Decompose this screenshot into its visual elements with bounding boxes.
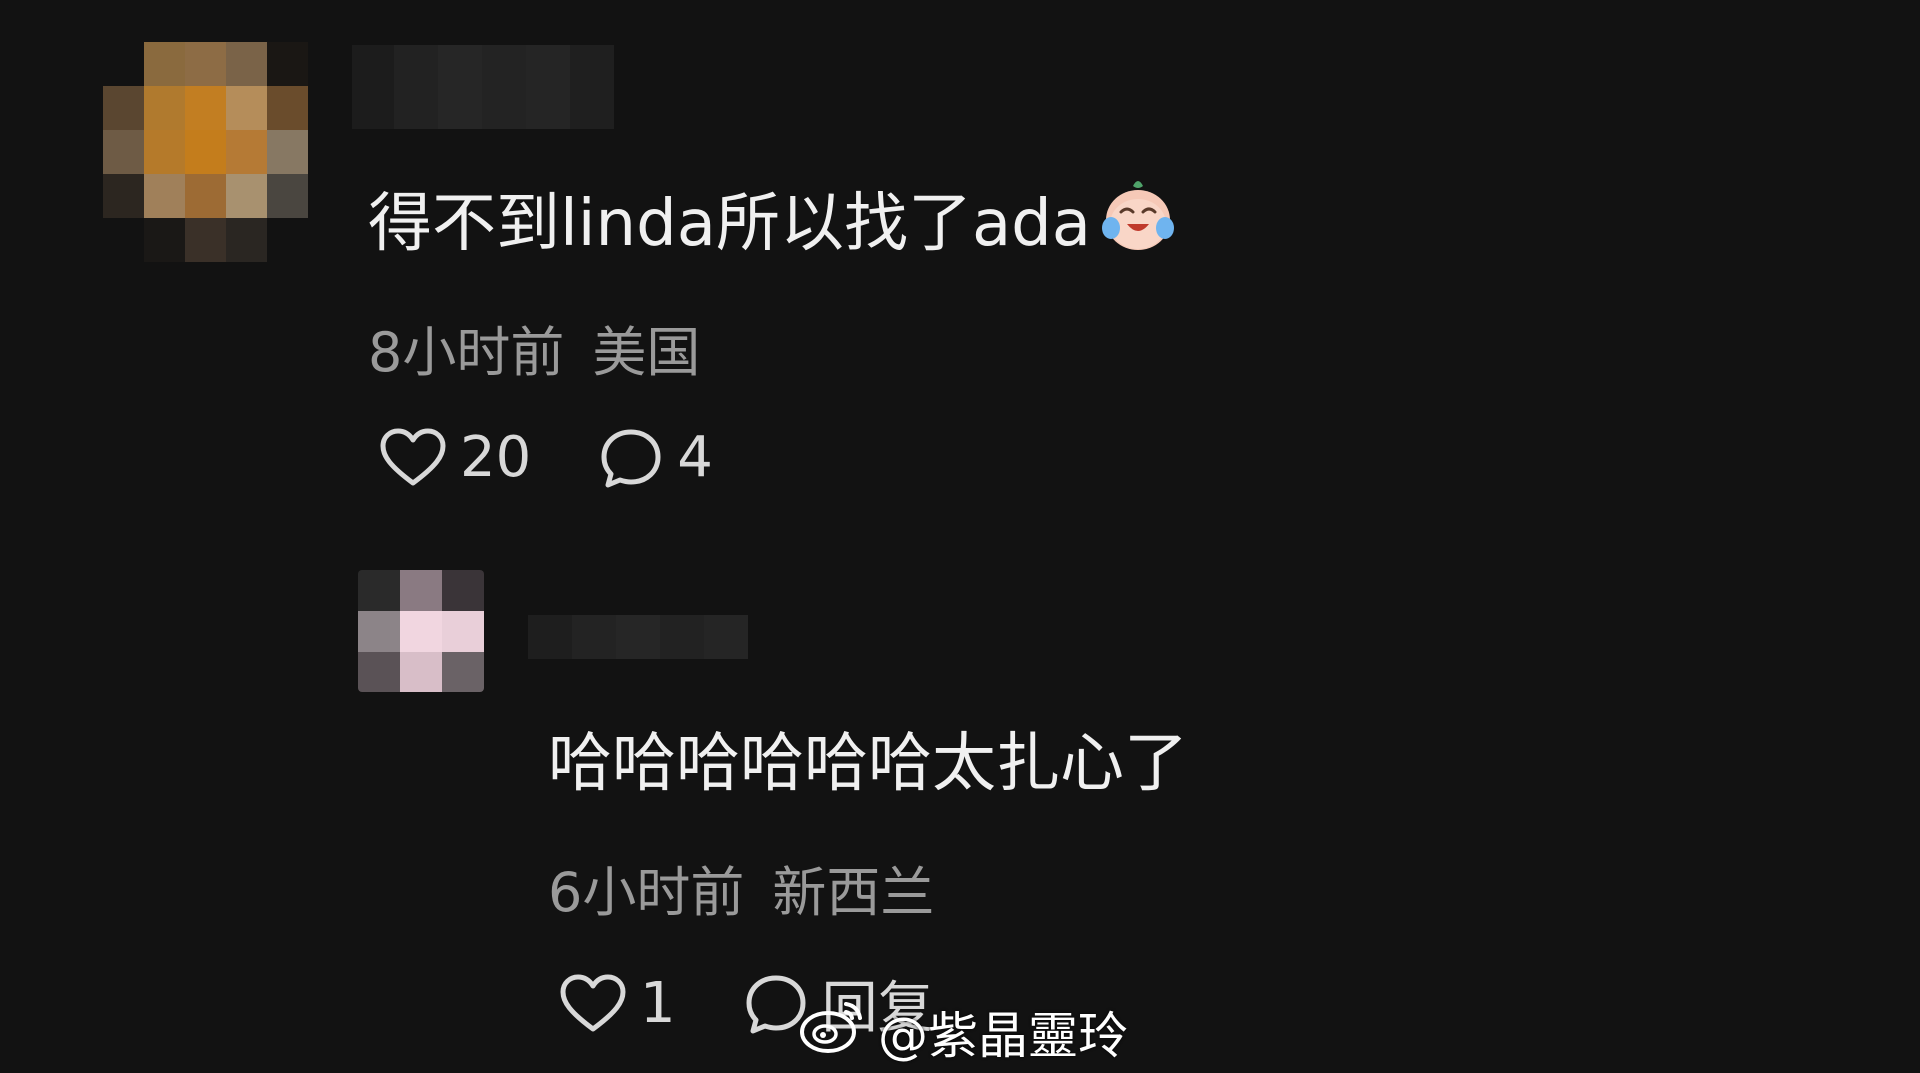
comment-time: 6小时前 [548, 861, 745, 924]
comment-location: 新西兰 [772, 861, 935, 924]
reply-count: 4 [677, 425, 713, 490]
comment-time: 8小时前 [368, 321, 565, 384]
avatar[interactable] [103, 42, 308, 262]
comment-meta: 8小时前 美国 [368, 308, 700, 387]
comment-bubble-icon [599, 427, 663, 489]
username-blurred[interactable] [528, 615, 748, 659]
comment-meta: 6小时前 新西兰 [548, 848, 934, 927]
avatar[interactable] [358, 570, 484, 692]
watermark-handle: @紫晶靈玲 [878, 1007, 1128, 1065]
comment-body: 得不到linda所以找了ada [368, 187, 1092, 261]
comment-location: 美国 [592, 321, 701, 384]
comment-body: 哈哈哈哈哈哈太扎心了 [548, 727, 1188, 801]
heart-icon [560, 974, 626, 1034]
heart-icon [380, 428, 446, 488]
like-button[interactable]: 20 [380, 425, 531, 490]
comment-text: 得不到linda所以找了ada [368, 172, 1179, 276]
like-count: 1 [640, 971, 676, 1036]
like-button[interactable]: 1 [560, 971, 676, 1036]
comment-actions: 20 4 [380, 425, 713, 490]
weibo-logo-icon [798, 996, 878, 1068]
comment-text: 哈哈哈哈哈哈太扎心了 [548, 712, 1188, 804]
username-blurred[interactable] [352, 45, 614, 129]
crying-laughing-face-icon [1097, 172, 1179, 270]
watermark: @紫晶靈玲 [798, 996, 1128, 1068]
like-count: 20 [460, 425, 532, 490]
reply-button[interactable]: 4 [599, 425, 713, 490]
